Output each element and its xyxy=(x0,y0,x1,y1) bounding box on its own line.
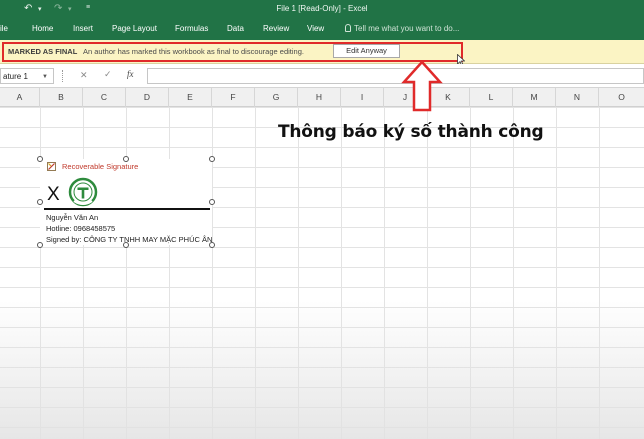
tell-me-search[interactable]: Tell me what you want to do... xyxy=(345,24,459,33)
resize-handle[interactable] xyxy=(37,156,43,162)
tab-file[interactable]: ile xyxy=(0,24,8,33)
signer-name: Nguyễn Văn An xyxy=(46,213,99,222)
column-header-o[interactable]: O xyxy=(599,88,644,107)
tab-formulas[interactable]: Formulas xyxy=(175,24,208,33)
lightbulb-icon xyxy=(345,24,351,32)
ribbon-tabs: ile Home Insert Page Layout Formulas Dat… xyxy=(0,17,644,40)
column-header-d[interactable]: D xyxy=(126,88,169,107)
tab-page-layout[interactable]: Page Layout xyxy=(112,24,157,33)
window-title: File 1 [Read-Only] - Excel xyxy=(276,4,368,13)
title-bar: ↶ ▾ ↷ ▾ ≡ File 1 [Read-Only] - Excel xyxy=(0,0,644,17)
excel-window: ↶ ▾ ↷ ▾ ≡ File 1 [Read-Only] - Excel ile… xyxy=(0,0,644,439)
signature-x-mark: X xyxy=(47,184,60,205)
resize-handle[interactable] xyxy=(209,156,215,162)
column-header-l[interactable]: L xyxy=(470,88,513,107)
column-header-c[interactable]: C xyxy=(83,88,126,107)
signed-by-text: Signed by: CÔNG TY TNHH MAY MẶC PHÚC ÂN xyxy=(46,235,213,244)
tell-me-text: Tell me what you want to do... xyxy=(354,24,460,33)
name-box-dropdown-icon[interactable]: ▼ xyxy=(42,74,48,80)
tab-home[interactable]: Home xyxy=(32,24,53,33)
enter-icon[interactable]: ✓ xyxy=(104,69,112,80)
cancel-icon[interactable]: ✕ xyxy=(80,70,88,81)
column-header-n[interactable]: N xyxy=(556,88,599,107)
column-header-m[interactable]: M xyxy=(513,88,556,107)
company-logo-icon xyxy=(68,177,98,207)
tab-view[interactable]: View xyxy=(307,24,324,33)
marked-as-final-label: MARKED AS FINAL xyxy=(8,47,78,56)
formula-input[interactable] xyxy=(147,68,644,84)
signature-rule xyxy=(44,208,210,210)
column-header-f[interactable]: F xyxy=(212,88,255,107)
column-header-h[interactable]: H xyxy=(298,88,341,107)
tab-data[interactable]: Data xyxy=(227,24,244,33)
resize-handle[interactable] xyxy=(37,199,43,205)
column-headers: A B C D E F G H I J K L M N O xyxy=(0,88,644,107)
resize-handle[interactable] xyxy=(37,242,43,248)
column-header-b[interactable]: B xyxy=(40,88,83,107)
signature-warning-icon xyxy=(47,162,56,171)
marked-as-final-text: An author has marked this workbook as fi… xyxy=(83,47,304,56)
tab-insert[interactable]: Insert xyxy=(73,24,93,33)
column-header-i[interactable]: I xyxy=(341,88,384,107)
up-arrow-icon xyxy=(401,60,443,112)
insert-function-icon[interactable]: fx xyxy=(127,69,134,79)
column-header-g[interactable]: G xyxy=(255,88,298,107)
column-header-a[interactable]: A xyxy=(0,88,40,107)
signature-status-text: Recoverable Signature xyxy=(62,162,139,171)
formula-bar-separator xyxy=(62,70,63,82)
annotation-note: Thông báo ký số thành công xyxy=(278,122,544,142)
bottom-fade xyxy=(0,300,644,439)
tab-review[interactable]: Review xyxy=(263,24,289,33)
edit-anyway-button[interactable]: Edit Anyway xyxy=(333,44,400,58)
signer-hotline: Hotline: 0968458575 xyxy=(46,224,116,233)
column-header-e[interactable]: E xyxy=(169,88,212,107)
resize-handle[interactable] xyxy=(209,199,215,205)
